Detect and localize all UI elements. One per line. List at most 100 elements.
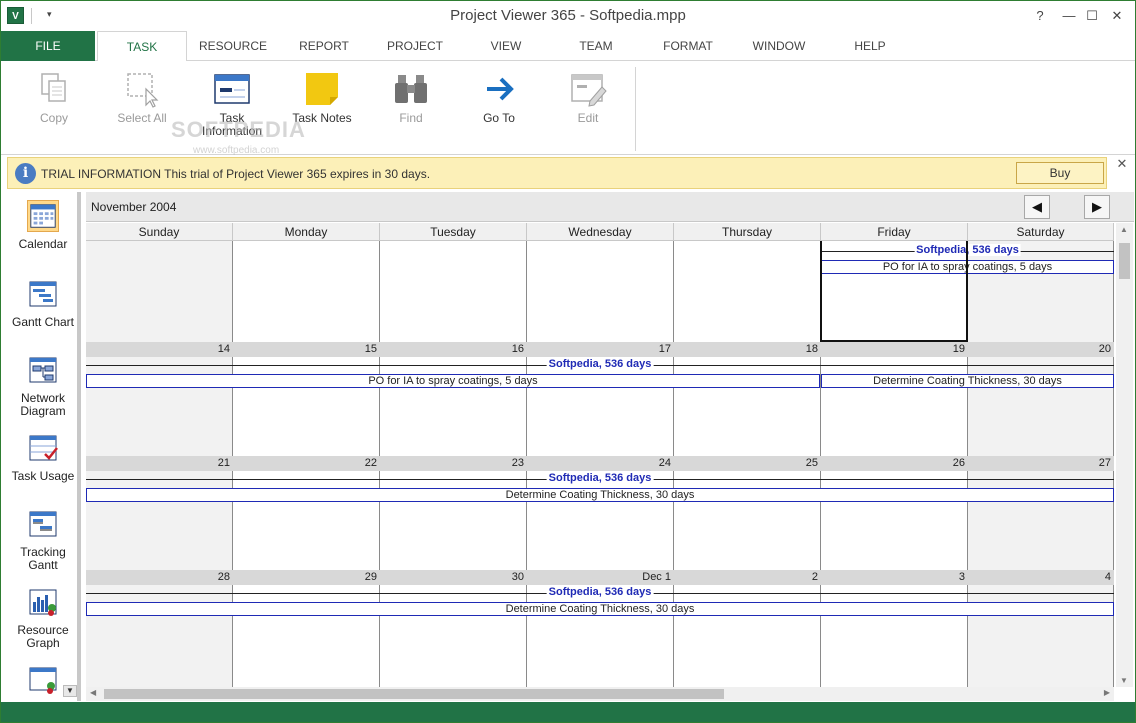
trial-information-bar: i TRIAL INFORMATION This trial of Projec… (7, 157, 1107, 189)
view-task-usage[interactable]: Task Usage (5, 432, 81, 483)
view-calendar[interactable]: Calendar (5, 200, 81, 251)
tab-team[interactable]: TEAM (553, 31, 639, 61)
view-bar: Calendar Gantt Chart Network Diagram Tas… (5, 192, 81, 701)
day-name: Wednesday (527, 223, 674, 241)
trial-close-icon[interactable]: ✕ (1115, 157, 1129, 171)
go-to-label: Go To (483, 111, 515, 125)
date-number: 26 (952, 457, 965, 469)
go-to-button[interactable]: Go To (464, 65, 534, 135)
help-icon[interactable]: ? (1029, 5, 1051, 27)
date-number: 2 (811, 571, 818, 583)
ribbon: Copy Select All Task Information Task No… (1, 61, 1135, 156)
select-all-button[interactable]: Select All (107, 65, 177, 135)
edit-button[interactable]: Edit (553, 65, 623, 135)
binoculars-icon (395, 75, 427, 103)
day-name: Thursday (674, 223, 821, 241)
view-network-diagram-label-2: Diagram (20, 404, 66, 418)
gantt-chart-icon (29, 281, 57, 307)
summary-task-bar[interactable]: Softpedia, 536 days (86, 586, 1114, 599)
view-tracking-gantt[interactable]: Tracking Gantt (5, 508, 81, 572)
date-number: 23 (511, 457, 524, 469)
title-bar: V ▾ Project Viewer 365 - Softpedia.mpp ?… (1, 1, 1135, 31)
tab-view[interactable]: VIEW (463, 31, 549, 61)
task-bar[interactable]: PO for IA to spray coatings, 5 days (86, 374, 820, 388)
scroll-right-icon[interactable]: ▶ (1104, 688, 1110, 697)
view-resource-graph[interactable]: Resource Graph (5, 586, 81, 650)
scroll-up-icon[interactable]: ▲ (1120, 225, 1128, 234)
network-diagram-icon (29, 357, 57, 383)
date-number: 16 (511, 343, 524, 355)
task-bar[interactable]: Determine Coating Thickness, 30 days (821, 374, 1114, 388)
copy-label: Copy (39, 111, 68, 125)
task-bar[interactable]: Determine Coating Thickness, 30 days (86, 602, 1114, 616)
task-bar[interactable]: Determine Coating Thickness, 30 days (86, 488, 1114, 502)
date-number: 14 (217, 343, 230, 355)
date-number: 15 (364, 343, 377, 355)
close-icon[interactable]: ✕ (1106, 5, 1128, 27)
next-month-button[interactable]: ▶ (1084, 195, 1110, 219)
tab-file[interactable]: FILE (1, 31, 95, 61)
find-button[interactable]: Find (376, 65, 446, 135)
day-name: Friday (821, 223, 968, 241)
watermark: SOFTPEDIA (171, 117, 306, 142)
scroll-down-icon[interactable]: ▼ (1120, 676, 1128, 685)
tab-window[interactable]: WINDOW (735, 31, 823, 61)
date-number: 18 (805, 343, 818, 355)
tab-project[interactable]: PROJECT (371, 31, 459, 61)
view-bar-scroll-down-icon[interactable]: ▼ (63, 685, 77, 697)
selected-day-cell[interactable] (820, 241, 968, 342)
scroll-left-icon[interactable]: ◀ (90, 688, 96, 697)
vertical-scrollbar[interactable]: ▲ ▼ (1116, 223, 1133, 687)
date-number: 22 (364, 457, 377, 469)
summary-task-label: Softpedia, 536 days (546, 586, 654, 598)
view-tracking-gantt-label-2: Gantt (28, 558, 58, 572)
window-title: Project Viewer 365 - Softpedia.mpp (450, 7, 686, 24)
calendar-header: November 2004 ◀ ▶ (86, 192, 1134, 222)
day-name: Monday (233, 223, 380, 241)
tracking-gantt-icon (29, 511, 57, 537)
tab-help[interactable]: HELP (827, 31, 913, 61)
tab-resource[interactable]: RESOURCE (189, 31, 277, 61)
summary-task-bar[interactable]: Softpedia, 536 days (86, 358, 1114, 371)
tab-report[interactable]: REPORT (281, 31, 367, 61)
calendar-icon (27, 200, 59, 232)
calendar-day-names: Sunday Monday Tuesday Wednesday Thursday… (86, 223, 1114, 241)
ribbon-tabs: FILE TASK RESOURCE REPORT PROJECT VIEW T… (1, 31, 1135, 62)
view-calendar-label: Calendar (18, 237, 68, 251)
buy-button[interactable]: Buy (1016, 162, 1104, 184)
maximize-icon[interactable]: ☐ (1081, 5, 1103, 27)
horizontal-scroll-thumb[interactable] (104, 689, 724, 699)
calendar-view: November 2004 ◀ ▶ Sunday Monday Tuesday … (86, 192, 1134, 701)
date-number: 27 (1098, 457, 1111, 469)
edit-icon (571, 74, 607, 107)
summary-task-bar[interactable]: Softpedia, 536 days (86, 472, 1114, 485)
select-all-label: Select All (117, 111, 167, 125)
view-task-usage-label: Task Usage (11, 469, 75, 483)
date-number: 29 (364, 571, 377, 583)
day-name: Sunday (86, 223, 233, 241)
tab-task[interactable]: TASK (97, 31, 187, 62)
ribbon-separator (635, 67, 636, 151)
day-name: Saturday (968, 223, 1114, 241)
app-window: V ▾ Project Viewer 365 - Softpedia.mpp ?… (0, 0, 1136, 723)
calendar-month: November 2004 (91, 200, 177, 214)
resource-usage-icon (29, 667, 57, 694)
date-number: 21 (217, 457, 230, 469)
view-gantt-chart[interactable]: Gantt Chart (5, 278, 81, 329)
trial-message: TRIAL INFORMATION This trial of Project … (41, 167, 431, 181)
view-gantt-chart-label: Gantt Chart (11, 315, 75, 329)
week-header: 21 22 23 24 25 26 27 (86, 456, 1114, 471)
date-number: 3 (958, 571, 965, 583)
view-network-diagram[interactable]: Network Diagram (5, 354, 81, 418)
horizontal-scrollbar[interactable]: ◀ ▶ (86, 687, 1114, 701)
minimize-icon[interactable]: — (1058, 5, 1080, 27)
arrow-right-icon (487, 77, 514, 101)
day-name: Tuesday (380, 223, 527, 241)
edit-label: Edit (577, 111, 599, 125)
previous-month-button[interactable]: ◀ (1024, 195, 1050, 219)
status-bar (1, 702, 1135, 722)
copy-button[interactable]: Copy (19, 65, 89, 135)
summary-task-label: Softpedia, 536 days (546, 358, 654, 370)
tab-format[interactable]: FORMAT (643, 31, 733, 61)
vertical-scroll-thumb[interactable] (1119, 243, 1130, 279)
